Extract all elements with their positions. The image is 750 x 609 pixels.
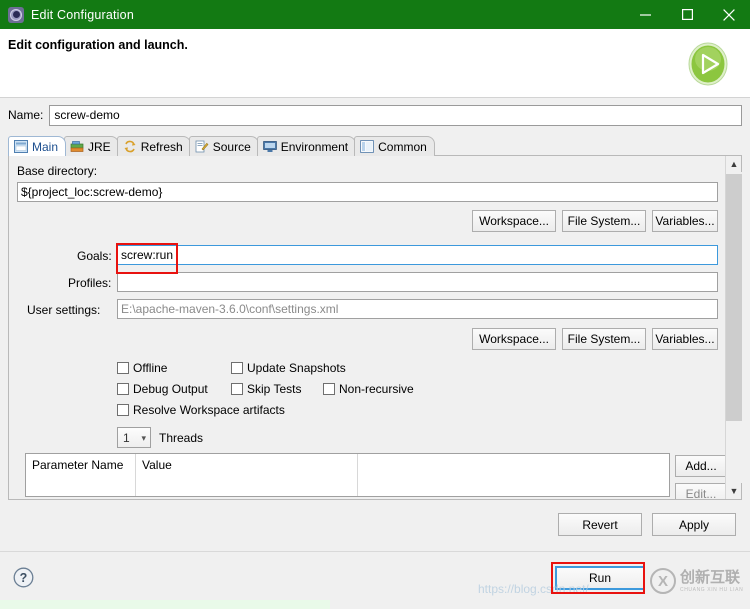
tab-source-label: Source	[212, 139, 251, 154]
checkbox-resolve-workspace-artifacts-label: Resolve Workspace artifacts	[133, 403, 285, 417]
parameters-table-header-value: Value	[136, 454, 358, 496]
base-directory-filesystem-button[interactable]: File System...	[562, 210, 646, 232]
tab-environment[interactable]: Environment	[256, 136, 357, 156]
title-bar: Edit Configuration	[0, 0, 750, 29]
tab-jre[interactable]: JRE	[64, 136, 119, 156]
main-tab-content: Base directory: ${project_loc:screw-demo…	[9, 156, 726, 499]
profiles-label: Profiles:	[68, 276, 112, 290]
window-controls	[624, 0, 750, 29]
name-input[interactable]: screw-demo	[49, 104, 742, 126]
checkbox-skip-tests-label: Skip Tests	[247, 382, 302, 396]
scroll-down-icon[interactable]: ▼	[726, 483, 742, 499]
scroll-up-icon[interactable]: ▲	[726, 156, 742, 172]
scrollbar-thumb[interactable]	[726, 174, 742, 421]
main-tab-panel: Base directory: ${project_loc:screw-demo…	[8, 155, 742, 500]
apply-button[interactable]: Apply	[652, 513, 736, 536]
watermark-brand-pinyin: CHUANG XIN HU LIAN	[680, 586, 744, 593]
watermark-brand-cn: 创新互联	[680, 568, 741, 586]
parameters-table-header-blank	[358, 454, 669, 496]
user-settings-filesystem-button[interactable]: File System...	[562, 328, 646, 350]
checkbox-non-recursive-label: Non-recursive	[339, 382, 414, 396]
name-row: Name: screw-demo	[0, 99, 750, 131]
revert-button[interactable]: Revert	[558, 513, 642, 536]
user-settings-workspace-button[interactable]: Workspace...	[472, 328, 556, 350]
checkbox-debug-output-box[interactable]	[117, 383, 129, 395]
maximize-icon[interactable]	[666, 0, 708, 29]
goals-label: Goals:	[77, 249, 112, 263]
environment-monitor-icon	[262, 140, 277, 153]
minimize-icon[interactable]	[624, 0, 666, 29]
checkbox-debug-output-label: Debug Output	[133, 382, 208, 396]
checkbox-non-recursive-box[interactable]	[323, 383, 335, 395]
gear-icon	[8, 6, 24, 23]
tab-environment-label: Environment	[280, 139, 349, 154]
svg-text:?: ?	[20, 571, 28, 585]
parameter-edit-button[interactable]: Edit...	[675, 483, 726, 499]
page-title: Edit configuration and launch.	[8, 38, 188, 52]
run-play-icon	[685, 41, 731, 87]
checkbox-update-snapshots-label: Update Snapshots	[247, 361, 346, 375]
user-settings-input[interactable]: E:\apache-maven-3.6.0\conf\settings.xml	[117, 299, 718, 319]
help-question-icon[interactable]: ?	[13, 567, 34, 588]
footer-separator	[0, 551, 750, 552]
tab-source[interactable]: Source	[188, 136, 259, 156]
refresh-arrows-icon	[123, 140, 137, 153]
watermark-url: https://blog.csdn.net/	[478, 582, 589, 596]
tab-common-label: Common	[378, 139, 427, 154]
tab-main[interactable]: Main	[8, 136, 67, 156]
base-directory-label: Base directory:	[17, 164, 98, 178]
tab-refresh[interactable]: Refresh	[116, 136, 191, 156]
threads-label: Threads	[159, 431, 204, 445]
threads-select[interactable]: 1 ▾	[117, 427, 151, 448]
checkbox-offline-box[interactable]	[117, 362, 129, 374]
tab-refresh-label: Refresh	[140, 139, 183, 154]
dialog-header: Edit configuration and launch.	[0, 29, 750, 98]
tab-main-label: Main	[32, 139, 59, 154]
goals-input[interactable]: screw:run	[117, 245, 718, 265]
threads-select-value: 1	[123, 430, 130, 445]
watermark-bottom-bar	[0, 600, 330, 609]
window-title: Edit Configuration	[31, 7, 134, 22]
parameters-table[interactable]: Parameter Name Value	[25, 453, 670, 497]
checkbox-offline[interactable]: Offline	[117, 361, 167, 375]
parameters-table-header-name: Parameter Name	[26, 454, 136, 496]
user-settings-label: User settings:	[27, 303, 101, 317]
tab-bar: Main JRE Refresh Source Environment Comm…	[8, 135, 435, 156]
jre-books-icon	[70, 140, 84, 153]
chevron-down-icon: ▾	[141, 433, 146, 443]
checkbox-resolve-workspace-artifacts-box[interactable]	[117, 404, 129, 416]
tab-common[interactable]: Common	[354, 136, 435, 156]
checkbox-offline-label: Offline	[133, 361, 168, 375]
scrollbar-track[interactable]	[726, 172, 742, 483]
checkbox-skip-tests-box[interactable]	[231, 383, 243, 395]
parameter-add-button[interactable]: Add...	[675, 455, 726, 477]
checkbox-update-snapshots[interactable]: Update Snapshots	[231, 361, 346, 375]
common-window-icon	[360, 140, 374, 153]
user-settings-variables-button[interactable]: Variables...	[652, 328, 718, 350]
base-directory-variables-button[interactable]: Variables...	[652, 210, 718, 232]
main-document-icon	[14, 140, 28, 153]
checkbox-debug-output[interactable]: Debug Output	[117, 382, 208, 396]
close-icon[interactable]	[708, 0, 750, 29]
checkbox-update-snapshots-box[interactable]	[231, 362, 243, 374]
name-label: Name:	[8, 108, 44, 122]
tab-jre-label: JRE	[88, 139, 111, 154]
watermark-mark-icon: X	[650, 568, 676, 594]
base-directory-workspace-button[interactable]: Workspace...	[472, 210, 556, 232]
checkbox-resolve-workspace-artifacts[interactable]: Resolve Workspace artifacts	[117, 403, 285, 417]
checkbox-skip-tests[interactable]: Skip Tests	[231, 382, 301, 396]
profiles-input[interactable]	[117, 272, 718, 292]
edit-configuration-window: Edit Configuration Edit configuration an…	[0, 0, 750, 609]
panel-vertical-scrollbar[interactable]: ▲ ▼	[725, 156, 742, 499]
source-pencil-icon	[195, 140, 209, 153]
checkbox-non-recursive[interactable]: Non-recursive	[323, 382, 414, 396]
base-directory-input[interactable]: ${project_loc:screw-demo}	[17, 182, 718, 202]
watermark-brand-logo: X 创新互联 CHUANG XIN HU LIAN	[650, 568, 743, 594]
